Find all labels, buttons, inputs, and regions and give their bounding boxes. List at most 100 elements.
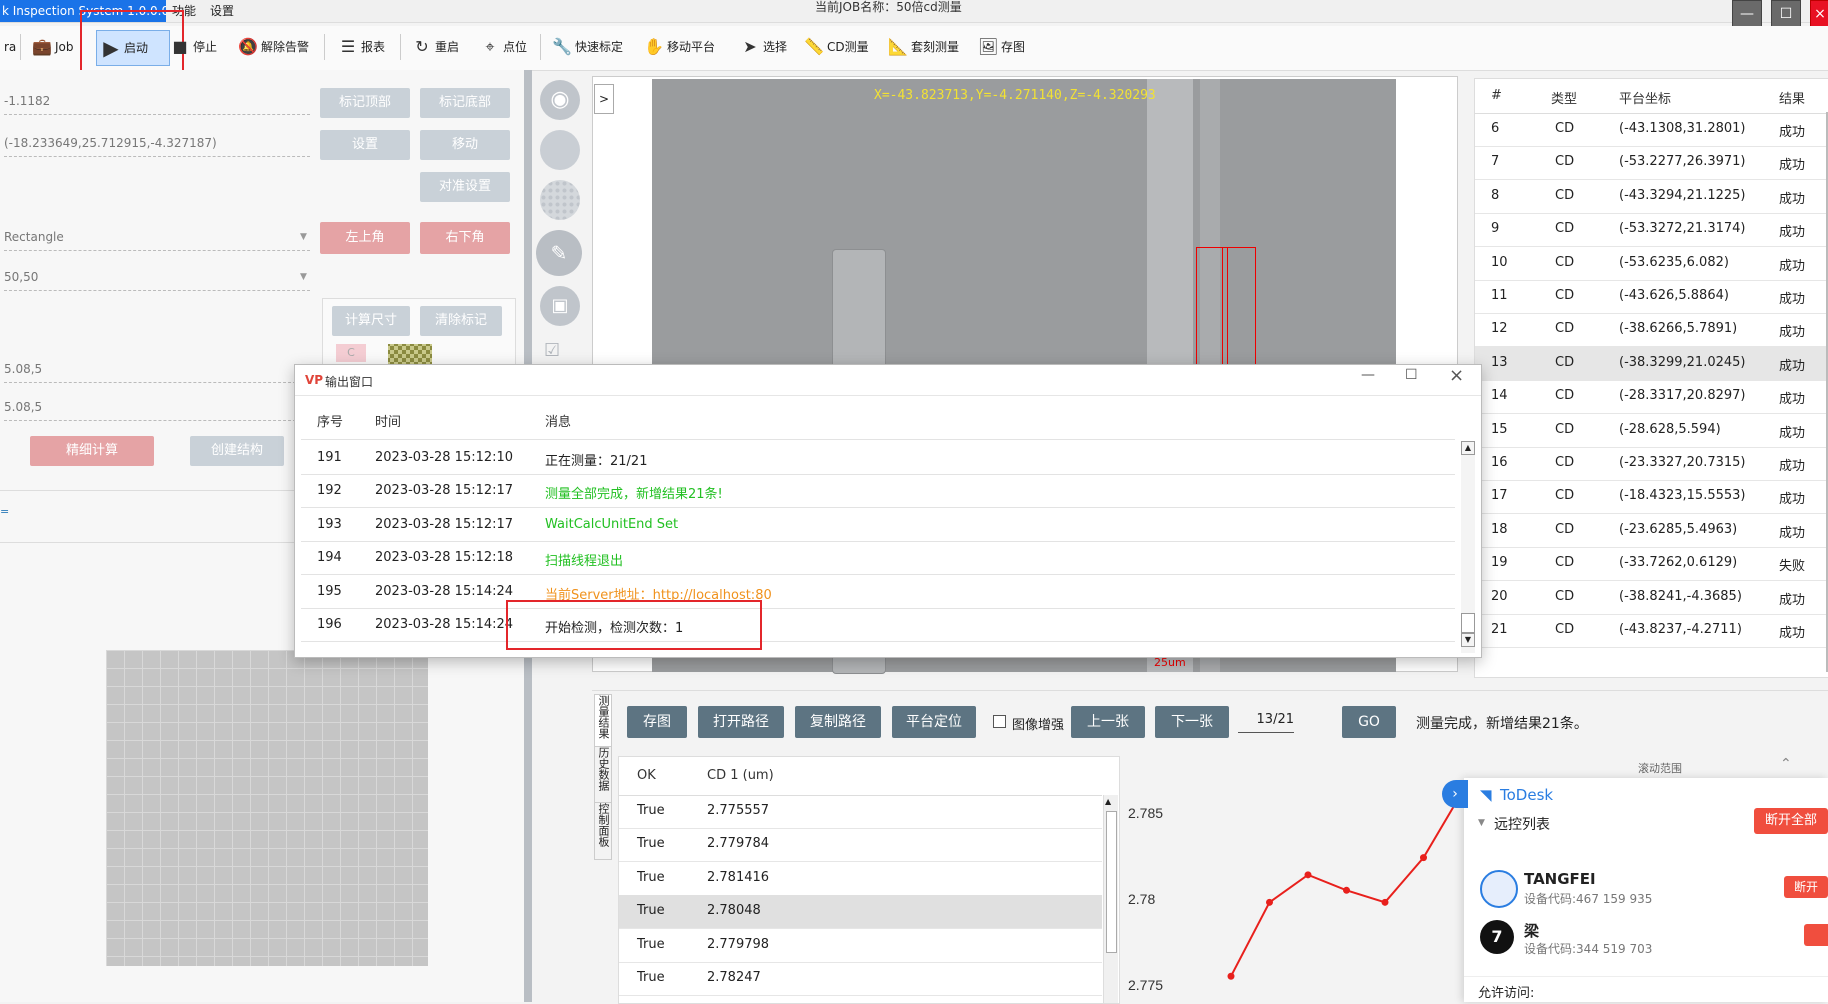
table-row[interactable]: 21 CD (-43.8237,-4.2711) 成功 (1475, 614, 1828, 648)
table-row[interactable]: 12 CD (-38.6266,5.7891) 成功 (1475, 313, 1828, 348)
mark-top-button[interactable]: 标记顶部 (320, 88, 410, 118)
log-row[interactable]: 195 2023-03-28 15:14:24 当前Server地址：http://… (301, 575, 1455, 609)
log-row[interactable]: 194 2023-03-28 15:12:18 扫描线程退出 (301, 541, 1455, 576)
coordinate-field[interactable]: (-18.233649,25.712915,-4.327187) (4, 136, 310, 157)
go-button[interactable]: GO (1342, 706, 1396, 738)
table-row[interactable]: True 2.779798 (619, 929, 1102, 963)
close-icon[interactable]: × (1449, 365, 1464, 386)
table-row[interactable]: True 2.775557 (619, 795, 1102, 829)
toolbar-job-button[interactable]: 💼 Job (28, 30, 78, 64)
scroll-up-icon[interactable]: ▲ (1461, 441, 1475, 455)
bottom-right-button[interactable]: 右下角 (420, 222, 510, 254)
scroll-down-icon[interactable]: ▼ (1461, 633, 1475, 647)
toolbar-select-button[interactable]: ➤ 选择 (736, 30, 791, 64)
toolbar-restart-button[interactable]: ↻ 重启 (408, 30, 463, 64)
table-row[interactable]: 8 CD (-43.3294,21.1225) 成功 (1475, 180, 1828, 214)
minimize-icon[interactable]: — (1361, 367, 1375, 383)
table-row[interactable]: 20 CD (-38.8241,-4.3685) 成功 (1475, 581, 1828, 615)
move-button[interactable]: 移动 (420, 130, 510, 160)
disconnect-button[interactable]: 断开 (1784, 876, 1828, 898)
toolbar-report-button[interactable]: ☰ 报表 (334, 30, 389, 64)
ruler-tool-icon[interactable]: ✎ (536, 230, 582, 276)
table-row[interactable]: True 2.779784 (619, 828, 1102, 863)
toolbar-points-button[interactable]: ⌖ 点位 (476, 30, 531, 64)
table-row[interactable]: True 2.78247 (619, 962, 1102, 996)
create-struct-button[interactable]: 创建结构 (190, 436, 284, 466)
scrollbar-thumb[interactable] (1106, 811, 1117, 953)
image-edit-icon[interactable]: ▣ (540, 286, 580, 326)
grid-target-icon[interactable] (540, 130, 580, 170)
copy-path-button[interactable]: 复制路径 (795, 706, 881, 738)
table-row[interactable]: 18 CD (-23.6285,5.4963) 成功 (1475, 514, 1828, 548)
menu-settings[interactable]: 设置 (210, 2, 234, 20)
table-row[interactable]: 13 CD (-38.3299,21.0245) 成功 (1475, 346, 1828, 381)
table-row[interactable]: True 2.78048 (619, 895, 1102, 930)
log-row[interactable]: 193 2023-03-28 15:12:17 WaitCalcUnitEnd Se… (301, 508, 1455, 542)
toolbar-stop-button[interactable]: ■ 停止 (166, 30, 221, 64)
clear-marks-button[interactable]: 清除标记 (420, 306, 502, 336)
data-point[interactable] (1420, 854, 1427, 862)
tab-history[interactable]: 历史数据 (594, 746, 612, 804)
toolbar-overlay-measure-button[interactable]: 📐 套刻测量 (884, 30, 963, 64)
output-scrollbar[interactable]: ▲ ▼ (1461, 441, 1475, 653)
toolbar-quick-calibrate-button[interactable]: 🔧 快速标定 (548, 30, 627, 64)
table-row[interactable]: 9 CD (-53.3272,21.3174) 成功 (1475, 213, 1828, 248)
table-row[interactable]: 6 CD (-43.1308,31.2801) 成功 (1475, 113, 1828, 147)
table-row[interactable]: 15 CD (-28.628,5.594) 成功 (1475, 414, 1828, 448)
disconnect-all-button[interactable]: 断开全部 (1754, 808, 1828, 834)
chevron-up-icon[interactable]: ⌃ (1780, 756, 1792, 772)
table-row[interactable]: 10 CD (-53.6235,6.082) 成功 (1475, 247, 1828, 281)
expand-button[interactable]: > (594, 84, 614, 114)
table-row[interactable]: 14 CD (-28.3317,20.8297) 成功 (1475, 380, 1828, 415)
value-field-1[interactable]: -1.1182 (4, 94, 310, 115)
log-row[interactable]: 192 2023-03-28 15:12:17 测量全部完成，新增结果21条! (301, 474, 1455, 509)
toolbar-clear-alarm-button[interactable]: 🔕 解除告警 (234, 30, 313, 64)
settings-button[interactable]: 设置 (320, 130, 410, 160)
shape-select[interactable]: Rectangle (4, 230, 310, 251)
save-image-button[interactable]: 存图 (627, 706, 687, 738)
platform-locate-button[interactable]: 平台定位 (892, 706, 976, 738)
scroll-up-icon[interactable]: ▲ (1105, 797, 1111, 806)
data-point[interactable] (1266, 898, 1273, 906)
close-icon[interactable]: × (1810, 0, 1828, 28)
collapse-arrow-icon[interactable]: › (1442, 780, 1468, 808)
camera-icon[interactable]: ◉ (540, 80, 580, 120)
minimize-icon[interactable]: — (1732, 0, 1762, 28)
table-row[interactable]: True 2.781416 (619, 862, 1102, 896)
toolbar-cd-measure-button[interactable]: 📏 CD测量 (800, 30, 873, 64)
image-enhance-checkbox[interactable] (993, 715, 1006, 728)
maximize-icon[interactable]: ☐ (1405, 367, 1418, 383)
disconnect-button[interactable] (1804, 924, 1828, 946)
table-row[interactable]: 17 CD (-18.4323,15.5553) 成功 (1475, 480, 1828, 515)
fine-calc-button[interactable]: 精细计算 (30, 436, 154, 466)
calc-size-button[interactable]: 计算尺寸 (332, 306, 410, 336)
maximize-icon[interactable]: ☐ (1771, 0, 1801, 28)
data-point[interactable] (1227, 972, 1235, 980)
next-image-button[interactable]: 下一张 (1155, 706, 1229, 738)
data-point[interactable] (1304, 871, 1312, 879)
value-field-3[interactable]: 5.08,5 (4, 362, 296, 383)
table-row[interactable]: 19 CD (-33.7262,0.6129) 失败 (1475, 547, 1828, 582)
log-row[interactable]: 196 2023-03-28 15:14:24 开始检测，检测次数：1 (301, 608, 1455, 642)
page-indicator[interactable]: 13/21 (1238, 712, 1294, 733)
cd-table-scrollbar[interactable]: ▲ (1103, 795, 1118, 1003)
prev-image-button[interactable]: 上一张 (1071, 706, 1145, 738)
size-select[interactable]: 50,50 (4, 270, 310, 291)
value-field-4[interactable]: 5.08,5 (4, 400, 296, 421)
toolbar-camera-button[interactable]: ra (0, 30, 20, 64)
pattern-swatch[interactable] (388, 344, 432, 364)
mark-bottom-button[interactable]: 标记底部 (420, 88, 510, 118)
table-row[interactable]: 16 CD (-23.3327,20.7315) 成功 (1475, 447, 1828, 481)
minimap-grid[interactable] (106, 650, 428, 966)
open-path-button[interactable]: 打开路径 (698, 706, 784, 738)
toolbar-move-platform-button[interactable]: ✋ 移动平台 (640, 30, 719, 64)
tab-control-panel[interactable]: 控制面板 (594, 802, 612, 860)
checklist-icon[interactable]: ☑ (544, 340, 576, 361)
data-point[interactable] (1381, 898, 1389, 906)
data-point[interactable] (1343, 886, 1350, 894)
table-row[interactable]: 7 CD (-53.2277,26.3971) 成功 (1475, 146, 1828, 181)
color-swatch-label[interactable]: C (336, 344, 366, 362)
toolbar-save-image-button[interactable]: 🖼 存图 (974, 30, 1029, 64)
dot-grid-icon[interactable] (540, 180, 580, 220)
align-settings-button[interactable]: 对准设置 (420, 172, 510, 202)
